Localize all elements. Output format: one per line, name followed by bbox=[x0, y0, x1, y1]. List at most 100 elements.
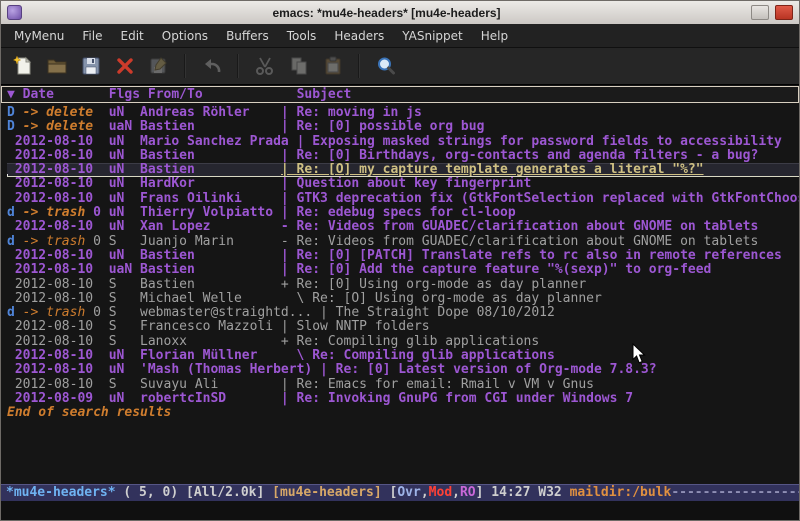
header-row[interactable]: 2012-08-10 uN Frans Oilinki | GTK3 depre… bbox=[7, 192, 799, 206]
message-flags: uN bbox=[109, 177, 140, 191]
close-button[interactable] bbox=[775, 5, 793, 20]
end-of-search-results: End of search results bbox=[7, 406, 799, 420]
menu-options[interactable]: Options bbox=[153, 25, 217, 47]
message-subject: | Exposing masked strings for password f… bbox=[297, 135, 799, 149]
message-flags: uN bbox=[109, 149, 140, 163]
header-row[interactable]: 2012-08-10 S Francesco Mazzoli | Slow NN… bbox=[7, 320, 799, 334]
header-row[interactable]: 2012-08-10 uaN Bastien | Re: [0] Add the… bbox=[7, 263, 799, 277]
message-from: Suvayu Ali bbox=[140, 378, 281, 392]
mark-char: D bbox=[7, 120, 15, 134]
header-row[interactable]: 2012-08-10 S Bastien + Re: [0] Using org… bbox=[7, 278, 799, 292]
message-from: Bastien bbox=[140, 149, 281, 163]
mark-action: -> delete bbox=[15, 106, 93, 120]
header-row[interactable]: 2012-08-10 S Michael Welle \ Re: [O] Usi… bbox=[7, 292, 799, 306]
header-row[interactable]: 2012-08-10 uN Florian Müllner \ Re: Comp… bbox=[7, 349, 799, 363]
message-from: Florian Müllner bbox=[140, 349, 281, 363]
header-row[interactable]: d -> trash 0 S Juanjo Marin - Re: Videos… bbox=[7, 235, 799, 249]
header-row[interactable]: 2012-08-10 uN Bastien | Re: [0] Birthday… bbox=[7, 149, 799, 163]
header-row[interactable]: 2012-08-10 S Lanoxx + Re: Compiling glib… bbox=[7, 335, 799, 349]
save-as-button[interactable] bbox=[145, 52, 172, 80]
copy-icon bbox=[288, 55, 310, 77]
header-row[interactable]: d -> trash 0 uN Thierry Volpiatto | Re: … bbox=[7, 206, 799, 220]
message-flags: uN bbox=[109, 206, 140, 220]
open-file-button[interactable] bbox=[43, 52, 70, 80]
toolbar-separator bbox=[358, 54, 360, 78]
header-row[interactable]: 2012-08-10 uN Bastien | Re: [0] [PATCH] … bbox=[7, 249, 799, 263]
menu-buffers[interactable]: Buffers bbox=[217, 25, 278, 47]
mode-line: *mu4e-headers* ( 5, 0) [All/2.0k] [mu4e-… bbox=[1, 484, 799, 501]
message-from: HardKor bbox=[140, 177, 281, 191]
title-bar: emacs: *mu4e-headers* [mu4e-headers] bbox=[1, 1, 799, 24]
header-row[interactable]: d -> trash 0 S webmaster@straightd... | … bbox=[7, 306, 799, 320]
new-file-button[interactable] bbox=[9, 52, 36, 80]
minibuffer[interactable] bbox=[1, 501, 799, 520]
message-from: Juanjo Marin bbox=[140, 235, 281, 249]
menu-yasnippet[interactable]: YASnippet bbox=[393, 25, 472, 47]
message-from: Bastien bbox=[140, 263, 281, 277]
mark-char: d bbox=[7, 206, 15, 220]
message-flags: uaN bbox=[109, 120, 140, 134]
message-from: robertcInSD bbox=[140, 392, 281, 406]
message-subject: | Re: [0] Latest version of Org-mode 7.8… bbox=[320, 363, 799, 377]
header-row[interactable]: 2012-08-10 uN Mario Sanchez Prada | Expo… bbox=[7, 135, 799, 149]
message-flags: uN bbox=[109, 135, 140, 149]
undo-button[interactable] bbox=[198, 52, 225, 80]
message-flags: uN bbox=[109, 163, 140, 177]
message-date: 2012-08-10 bbox=[7, 220, 93, 234]
message-flags: S bbox=[109, 278, 140, 292]
cut-button[interactable] bbox=[251, 52, 278, 80]
paste-button[interactable] bbox=[319, 52, 346, 80]
copy-button[interactable] bbox=[285, 52, 312, 80]
message-flags: uN bbox=[109, 249, 140, 263]
message-date: 2012-08-10 bbox=[7, 135, 93, 149]
message-from: Andreas Röhler bbox=[140, 106, 281, 120]
emacs-icon bbox=[7, 5, 22, 20]
message-flags: uN bbox=[109, 106, 140, 120]
headers-buffer[interactable]: D -> delete uN Andreas Röhler | Re: movi… bbox=[1, 103, 799, 484]
message-flags: S bbox=[109, 335, 140, 349]
header-row[interactable]: D -> delete uN Andreas Röhler | Re: movi… bbox=[7, 106, 799, 120]
header-row[interactable]: 2012-08-10 uN 'Mash (Thomas Herbert) | R… bbox=[7, 363, 799, 377]
cut-icon bbox=[254, 55, 276, 77]
header-line: ▼ Date Flgs From/To Subject bbox=[1, 86, 799, 103]
window-title: emacs: *mu4e-headers* [mu4e-headers] bbox=[28, 6, 745, 20]
message-date: 2012-08-10 bbox=[7, 335, 93, 349]
save-button[interactable] bbox=[77, 52, 104, 80]
header-row[interactable]: 2012-08-09 uN robertcInSD | Re: Invoking… bbox=[7, 392, 799, 406]
message-subject: | Re: [0] [PATCH] Translate refs to rc a… bbox=[281, 249, 799, 263]
header-row[interactable]: 2012-08-10 uN HardKor | Question about k… bbox=[7, 177, 799, 191]
message-from: webmaster@straightd... bbox=[140, 306, 320, 320]
menu-file[interactable]: File bbox=[73, 25, 111, 47]
maximize-button[interactable] bbox=[751, 5, 769, 20]
mark-action: -> trash bbox=[15, 235, 85, 249]
message-from: Michael Welle bbox=[140, 292, 281, 306]
menu-mymenu[interactable]: MyMenu bbox=[5, 25, 73, 47]
message-from: Lanoxx bbox=[140, 335, 281, 349]
menu-help[interactable]: Help bbox=[472, 25, 517, 47]
save-as-icon bbox=[148, 55, 170, 77]
message-subject: - Re: Videos from GUADEC/clarification a… bbox=[281, 235, 799, 249]
header-row[interactable]: 2012-08-10 uN Bastien | Re: [O] my captu… bbox=[7, 163, 799, 177]
tool-bar bbox=[1, 48, 799, 85]
message-subject: | Re: edebug specs for cl-loop bbox=[281, 206, 799, 220]
message-from: Mario Sanchez Prada bbox=[140, 135, 297, 149]
menu-edit[interactable]: Edit bbox=[112, 25, 153, 47]
message-date: 2012-08-10 bbox=[7, 192, 93, 206]
close-buffer-button[interactable] bbox=[111, 52, 138, 80]
header-row[interactable]: D -> delete uaN Bastien | Re: [0] possib… bbox=[7, 120, 799, 134]
message-from: Francesco Mazzoli bbox=[140, 320, 281, 334]
menu-tools[interactable]: Tools bbox=[278, 25, 326, 47]
message-date: 2012-08-10 bbox=[7, 177, 93, 191]
menu-headers[interactable]: Headers bbox=[325, 25, 393, 47]
message-date: 2012-08-09 bbox=[7, 392, 93, 406]
message-subject: | Re: Emacs for email: Rmail v VM v Gnus bbox=[281, 378, 799, 392]
header-row[interactable]: 2012-08-10 uN Xan Lopez - Re: Videos fro… bbox=[7, 220, 799, 234]
paste-icon bbox=[322, 55, 344, 77]
close-buffer-icon bbox=[114, 55, 136, 77]
message-flags: uN bbox=[109, 363, 140, 377]
emacs-window: emacs: *mu4e-headers* [mu4e-headers] MyM… bbox=[0, 0, 800, 521]
mark-char: d bbox=[7, 306, 15, 320]
header-row[interactable]: 2012-08-10 S Suvayu Ali | Re: Emacs for … bbox=[7, 378, 799, 392]
message-subject: + Re: [0] Using org-mode as day planner bbox=[281, 278, 799, 292]
search-button[interactable] bbox=[372, 52, 399, 80]
